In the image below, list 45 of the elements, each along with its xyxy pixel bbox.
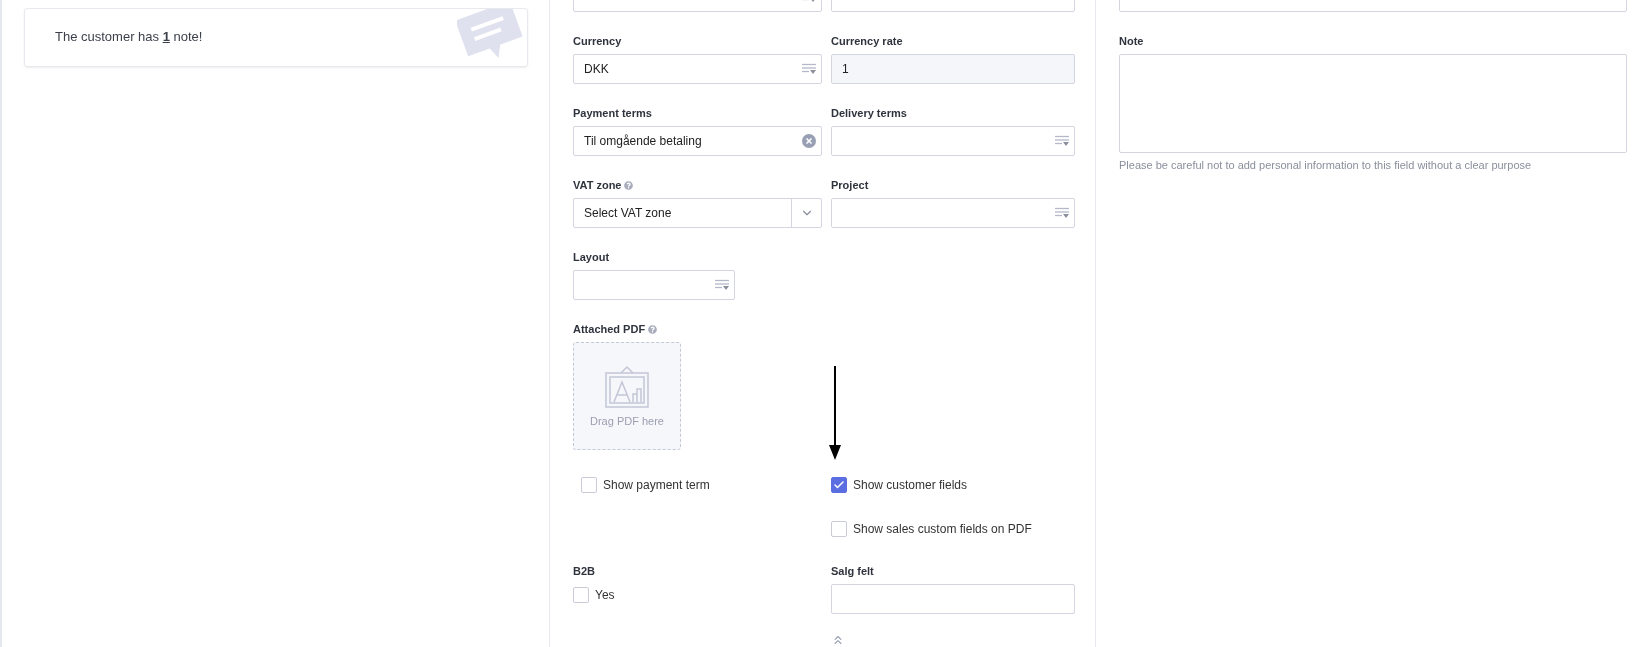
field-label: Layout — [573, 251, 610, 263]
input-field[interactable]: 1 — [831, 54, 1075, 84]
field-label: Project — [831, 179, 869, 191]
checkbox-label: Show customer fields — [853, 478, 968, 492]
check-icon — [833, 479, 845, 491]
checkbox-label: Show sales custom fields on PDF — [853, 522, 1032, 536]
checkbox[interactable] — [581, 477, 597, 493]
field-value: 1 — [842, 62, 850, 76]
picture-icon — [605, 365, 649, 409]
field-label: Currency — [573, 35, 622, 47]
field-label: Payment terms — [573, 107, 652, 119]
list-icon — [801, 63, 817, 75]
field-label: Currency rate — [831, 35, 903, 47]
note-message: The customer has 1 note! — [54, 28, 203, 46]
list-icon — [1054, 135, 1070, 147]
field-value: DKK — [584, 62, 610, 76]
dropdown-field[interactable]: Select VAT zone — [573, 198, 822, 228]
field-hint: Please be careful not to add personal information to this field without a clear purpose — [1119, 159, 1533, 171]
select-field[interactable] — [831, 126, 1075, 156]
field-label: VAT zone — [573, 179, 622, 191]
checkbox-label: Yes — [595, 588, 615, 602]
field-label: Salg felt — [831, 565, 874, 577]
field-label: Delivery terms — [831, 107, 907, 119]
list-icon — [1054, 207, 1070, 219]
field-value: Til omgående betaling — [584, 134, 703, 148]
select-field[interactable] — [831, 198, 1075, 228]
help-icon[interactable] — [624, 180, 634, 190]
checkbox[interactable] — [831, 521, 847, 537]
clear-icon[interactable] — [802, 134, 816, 148]
field-value: Select VAT zone — [584, 206, 673, 220]
chevrons-up-icon[interactable] — [831, 633, 845, 647]
note-textarea[interactable] — [1119, 54, 1627, 153]
checkbox-label: Show payment term — [603, 478, 710, 492]
help-icon[interactable] — [648, 324, 658, 334]
field-label: B2B — [573, 565, 595, 577]
checkbox[interactable] — [831, 477, 847, 493]
list-icon — [714, 279, 730, 291]
input-field[interactable] — [831, 584, 1075, 614]
select-field[interactable]: Til omgående betaling — [573, 126, 822, 156]
field-label: Note — [1119, 35, 1144, 47]
select-field[interactable]: DKK — [573, 54, 822, 84]
drop-hint: Drag PDF here — [590, 415, 664, 427]
field-label: Attached PDF — [573, 323, 646, 335]
checkbox[interactable] — [573, 587, 589, 603]
select-field[interactable] — [573, 270, 735, 300]
